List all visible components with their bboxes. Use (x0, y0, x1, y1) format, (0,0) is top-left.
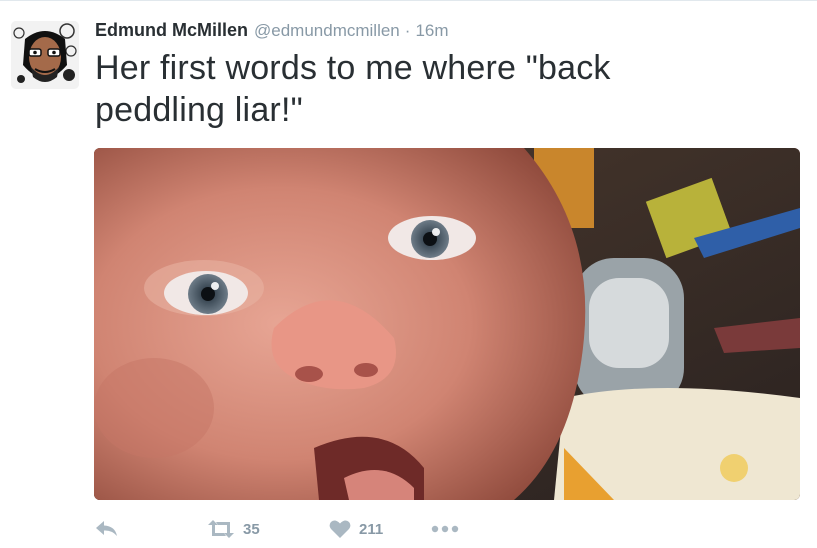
tweet-actions: 35 211 (95, 515, 459, 543)
header-separator: · (404, 21, 411, 40)
retweet-count: 35 (243, 520, 260, 538)
tweet-photo[interactable] (94, 148, 800, 500)
retweet-icon (208, 520, 234, 538)
author-handle[interactable]: @edmundmcmillen (254, 21, 400, 41)
more-dots-icon (431, 525, 459, 533)
more-button[interactable] (431, 525, 459, 533)
author-name[interactable]: Edmund McMillen (95, 20, 248, 41)
tweet-header: Edmund McMillen @edmundmcmillen · 16m (95, 20, 449, 44)
tweet-timestamp[interactable]: 16m (415, 21, 448, 41)
avatar[interactable] (11, 21, 79, 89)
tweet-card: Edmund McMillen @edmundmcmillen · 16m He… (0, 0, 817, 548)
retweet-button[interactable]: 35 (207, 520, 329, 538)
reply-button[interactable] (95, 520, 207, 538)
like-count: 211 (359, 520, 384, 538)
like-button[interactable]: 211 (329, 519, 431, 539)
avatar-image (11, 21, 79, 89)
heart-icon (329, 520, 351, 538)
tweet-text: Her first words to me where "back peddli… (95, 49, 611, 129)
baby-photo-image (94, 148, 800, 500)
reply-icon (96, 521, 117, 536)
